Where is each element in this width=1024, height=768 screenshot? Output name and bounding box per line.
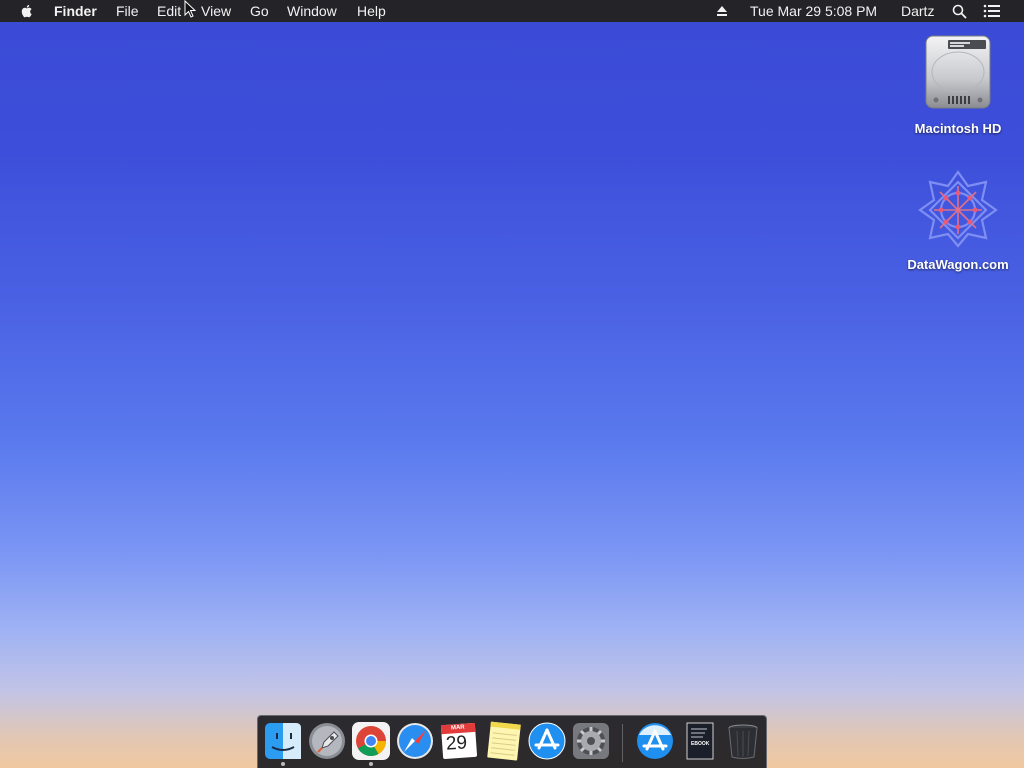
system-preferences-gear-icon bbox=[573, 723, 609, 759]
dock-ebook[interactable]: EBOOK bbox=[679, 721, 719, 761]
desktop-icon-label: Macintosh HD bbox=[914, 121, 1002, 136]
dock: MAR 29 EBOOK bbox=[257, 715, 767, 768]
menu-view[interactable]: View bbox=[201, 0, 231, 22]
ebook-cover-text: EBOOK bbox=[691, 741, 710, 747]
chrome-icon bbox=[352, 722, 390, 760]
desktop[interactable]: Finder File Edit View Go Window Help Tue… bbox=[0, 0, 1024, 768]
finder-icon bbox=[265, 723, 301, 759]
trash-icon bbox=[728, 724, 758, 759]
menu-finder[interactable]: Finder bbox=[54, 0, 97, 22]
menu-clock[interactable]: Tue Mar 29 5:08 PM bbox=[750, 0, 877, 22]
menu-user[interactable]: Dartz bbox=[901, 0, 934, 22]
menu-file[interactable]: File bbox=[116, 0, 139, 22]
dock-app-store[interactable] bbox=[527, 721, 567, 761]
app-store-icon bbox=[528, 722, 566, 760]
menu-go[interactable]: Go bbox=[250, 0, 269, 22]
dock-calendar[interactable]: MAR 29 bbox=[439, 721, 479, 761]
dock-chrome[interactable] bbox=[351, 721, 391, 761]
mouse-pointer-icon bbox=[184, 0, 196, 18]
running-indicator bbox=[369, 762, 373, 766]
dock-safari[interactable] bbox=[395, 721, 435, 761]
desktop-icon-macintosh-hd[interactable]: Macintosh HD bbox=[903, 30, 1013, 136]
desktop-icon-label: DataWagon.com bbox=[907, 257, 1009, 272]
app-store-download-icon bbox=[637, 723, 673, 759]
dock-trash[interactable] bbox=[723, 721, 763, 761]
eject-icon[interactable] bbox=[716, 5, 728, 17]
running-indicator bbox=[281, 762, 285, 766]
calendar-day: 29 bbox=[445, 732, 468, 755]
calendar-month: MAR bbox=[450, 724, 465, 732]
menu-help[interactable]: Help bbox=[357, 0, 386, 22]
dock-launchpad[interactable] bbox=[307, 721, 347, 761]
dock-separator bbox=[622, 724, 623, 762]
dock-app-store-download[interactable] bbox=[635, 721, 675, 761]
launchpad-rocket-icon bbox=[309, 723, 345, 759]
menu-edit[interactable]: Edit bbox=[157, 0, 181, 22]
notification-center-icon[interactable] bbox=[983, 4, 1001, 18]
desktop-icon-datawagon[interactable]: DataWagon.com bbox=[903, 168, 1013, 272]
dock-finder[interactable] bbox=[263, 721, 303, 761]
safari-compass-icon bbox=[397, 723, 433, 759]
dock-notes[interactable] bbox=[483, 721, 523, 761]
notes-icon bbox=[487, 721, 521, 761]
dock-system-preferences[interactable] bbox=[571, 721, 611, 761]
apple-logo-icon[interactable] bbox=[19, 3, 35, 19]
menu-bar: Finder File Edit View Go Window Help Tue… bbox=[0, 0, 1024, 22]
spotlight-search-icon[interactable] bbox=[952, 4, 967, 19]
hard-drive-icon bbox=[925, 35, 991, 109]
network-volume-icon bbox=[918, 170, 998, 248]
menu-window[interactable]: Window bbox=[287, 0, 337, 22]
